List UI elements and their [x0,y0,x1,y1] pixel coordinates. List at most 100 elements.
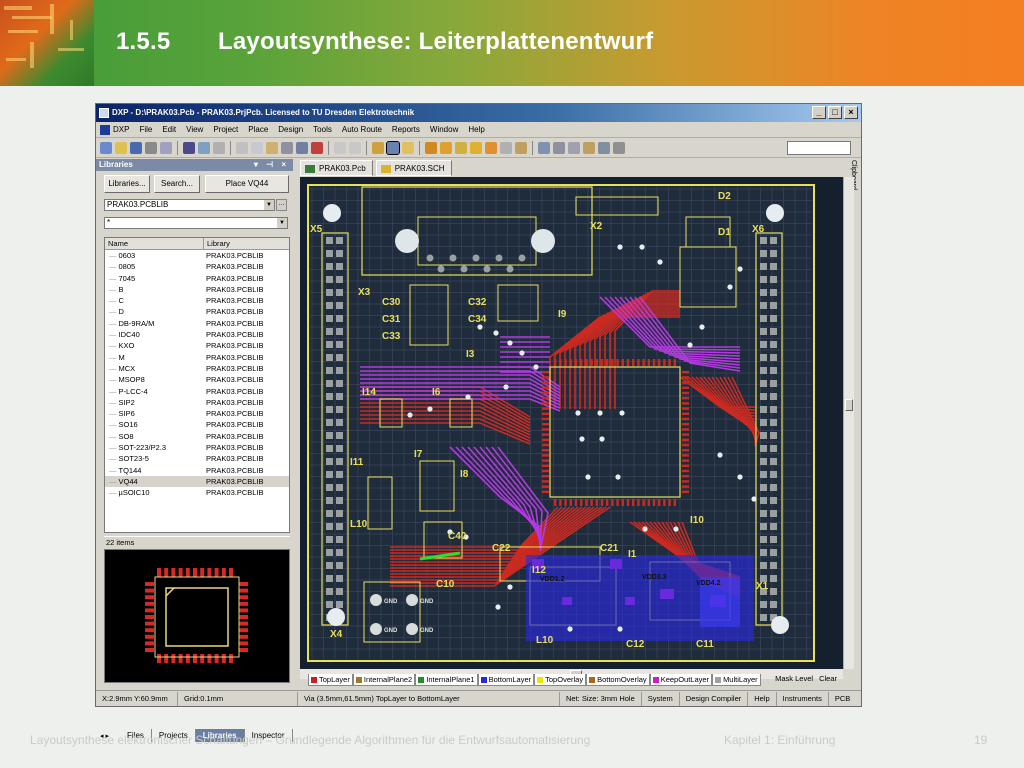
list-item[interactable]: BPRAK03.PCBLIB [105,284,289,295]
list-item[interactable]: SO8PRAK03.PCBLIB [105,431,289,442]
fill-icon[interactable] [485,141,497,154]
minimize-button[interactable]: _ [812,106,826,119]
vertical-scroll-thumb[interactable] [845,399,853,411]
maximize-button[interactable]: □ [828,106,842,119]
route-icon[interactable] [425,141,437,154]
clear-button[interactable]: Clear [819,674,837,683]
panel-pcb[interactable]: PCB [829,692,856,706]
layer-tab[interactable]: TopOverlay [534,674,587,686]
list-item[interactable]: MPRAK03.PCBLIB [105,352,289,363]
list-item[interactable]: 0805PRAK03.PCBLIB [105,261,289,272]
layer-tab[interactable]: BottomLayer [477,674,535,686]
zoom-icon[interactable] [183,141,195,154]
list-item[interactable]: MCXPRAK03.PCBLIB [105,363,289,374]
copy-icon[interactable] [251,141,263,154]
mask-level-button[interactable]: Mask Level [775,674,813,683]
text-icon[interactable] [568,141,580,154]
pad-icon[interactable] [470,141,482,154]
pcb-board-drawing[interactable]: X5 X2 X6 X3 X4 X1 D2 D1 C30 C32 C33 C34 C31 I3 I9 I14 I6… [300,177,843,669]
menu-edit[interactable]: Edit [162,125,176,134]
new-icon[interactable] [100,141,112,154]
doc-tab-pcb[interactable]: PRAK03.Pcb [300,160,373,176]
cut-icon[interactable] [236,141,248,154]
layer-tab[interactable]: BottomOverlay [586,674,650,686]
list-item[interactable]: DPRAK03.PCBLIB [105,306,289,317]
room-icon[interactable] [583,141,595,154]
undo-icon[interactable] [334,141,346,154]
chevron-down-icon[interactable]: ▼ [264,200,274,210]
arc-icon[interactable] [440,141,452,154]
list-item[interactable]: SOT23-5PRAK03.PCBLIB [105,453,289,464]
panel-design-compiler[interactable]: Design Compiler [680,691,749,706]
panel-system[interactable]: System [642,691,680,706]
list-item[interactable]: DB-9RA/MPRAK03.PCBLIB [105,318,289,329]
pcb-canvas[interactable]: X5 X2 X6 X3 X4 X1 D2 D1 C30 C32 C33 C34 C31 I3 I9 I14 I6… [300,177,843,669]
paste-icon[interactable] [266,141,278,154]
list-item[interactable]: TQ144PRAK03.PCBLIB [105,465,289,476]
panel-help[interactable]: Help [748,691,777,706]
list-item[interactable]: MSOP8PRAK03.PCBLIB [105,374,289,385]
string-icon[interactable] [515,141,527,154]
redo-icon[interactable] [349,141,361,154]
list-item[interactable]: SIP2PRAK03.PCBLIB [105,397,289,408]
dimension-icon[interactable] [553,141,565,154]
deselect-icon[interactable] [311,141,323,154]
menu-view[interactable]: View [186,125,203,134]
list-item[interactable]: µSOIC10PRAK03.PCBLIB [105,487,289,498]
column-library[interactable]: Library [204,238,289,249]
zoom-fit-icon[interactable] [198,141,210,154]
layer-tab[interactable]: MultiLayer [712,674,761,686]
layer-tab[interactable]: KeepOutLayer [649,674,713,686]
list-item[interactable]: P-LCC-4PRAK03.PCBLIB [105,386,289,397]
chevron-down-icon[interactable]: ▼ [277,218,287,228]
list-item[interactable]: VQ44PRAK03.PCBLIB [105,475,289,488]
menu-auto-route[interactable]: Auto Route [342,125,382,134]
vertical-scrollbar[interactable] [843,177,854,669]
polygon-icon[interactable] [500,141,512,154]
list-item[interactable]: CPRAK03.PCBLIB [105,295,289,306]
layer-tab[interactable]: TopLayer [308,674,353,686]
zoom-area-icon[interactable] [213,141,225,154]
library-select[interactable]: PRAK03.PCBLIB ▼ … [104,199,287,211]
print-icon[interactable] [145,141,157,154]
list-item[interactable]: SOT-223/P2.3PRAK03.PCBLIB [105,442,289,453]
menu-file[interactable]: File [139,125,152,134]
doc-tab-sch[interactable]: PRAK03.SCH [375,160,452,176]
search-button[interactable]: Search... [154,175,200,193]
libraries-button[interactable]: Libraries... [104,175,150,193]
menu-project[interactable]: Project [213,125,238,134]
close-button[interactable]: × [844,106,858,119]
list-item[interactable]: KXOPRAK03.PCBLIB [105,340,289,351]
window-titlebar[interactable]: DXP - D:\PRAK03.Pcb - PRAK03.PrjPcb. Lic… [96,104,861,122]
list-item[interactable]: SIP6PRAK03.PCBLIB [105,408,289,419]
help-icon[interactable] [402,141,414,154]
list-item[interactable]: 0603PRAK03.PCBLIB [105,250,289,261]
save-icon[interactable] [130,141,142,154]
panel-instruments[interactable]: Instruments [777,691,829,706]
list-item[interactable]: IDC40PRAK03.PCBLIB [105,329,289,340]
place-component-button[interactable]: Place VQ44 [205,175,289,193]
library-more-button[interactable]: … [276,199,287,211]
layer-tab[interactable]: InternalPlane2 [352,674,416,686]
move-icon[interactable] [296,141,308,154]
menu-tools[interactable]: Tools [313,125,332,134]
menu-help[interactable]: Help [468,125,484,134]
layer-tab[interactable]: InternalPlane1 [415,674,478,686]
grid-icon[interactable] [386,140,400,155]
menu-place[interactable]: Place [248,125,268,134]
highlight-icon[interactable] [372,141,384,154]
toolbar-combo[interactable] [787,141,851,155]
filter-input[interactable]: * ▼ [104,217,288,229]
list-item[interactable]: SO16PRAK03.PCBLIB [105,419,289,430]
menu-window[interactable]: Window [430,125,458,134]
via-icon[interactable] [455,141,467,154]
menu-dxp[interactable]: DXP [100,124,129,135]
grid-size-icon[interactable] [613,141,625,154]
list-item[interactable]: 7045PRAK03.PCBLIB [105,273,289,284]
print-preview-icon[interactable] [160,141,172,154]
select-icon[interactable] [281,141,293,154]
panel-controls-icon[interactable]: ▾ ⊣ × [254,159,289,171]
column-name[interactable]: Name [105,238,204,249]
menu-reports[interactable]: Reports [392,125,420,134]
menu-design[interactable]: Design [278,125,303,134]
